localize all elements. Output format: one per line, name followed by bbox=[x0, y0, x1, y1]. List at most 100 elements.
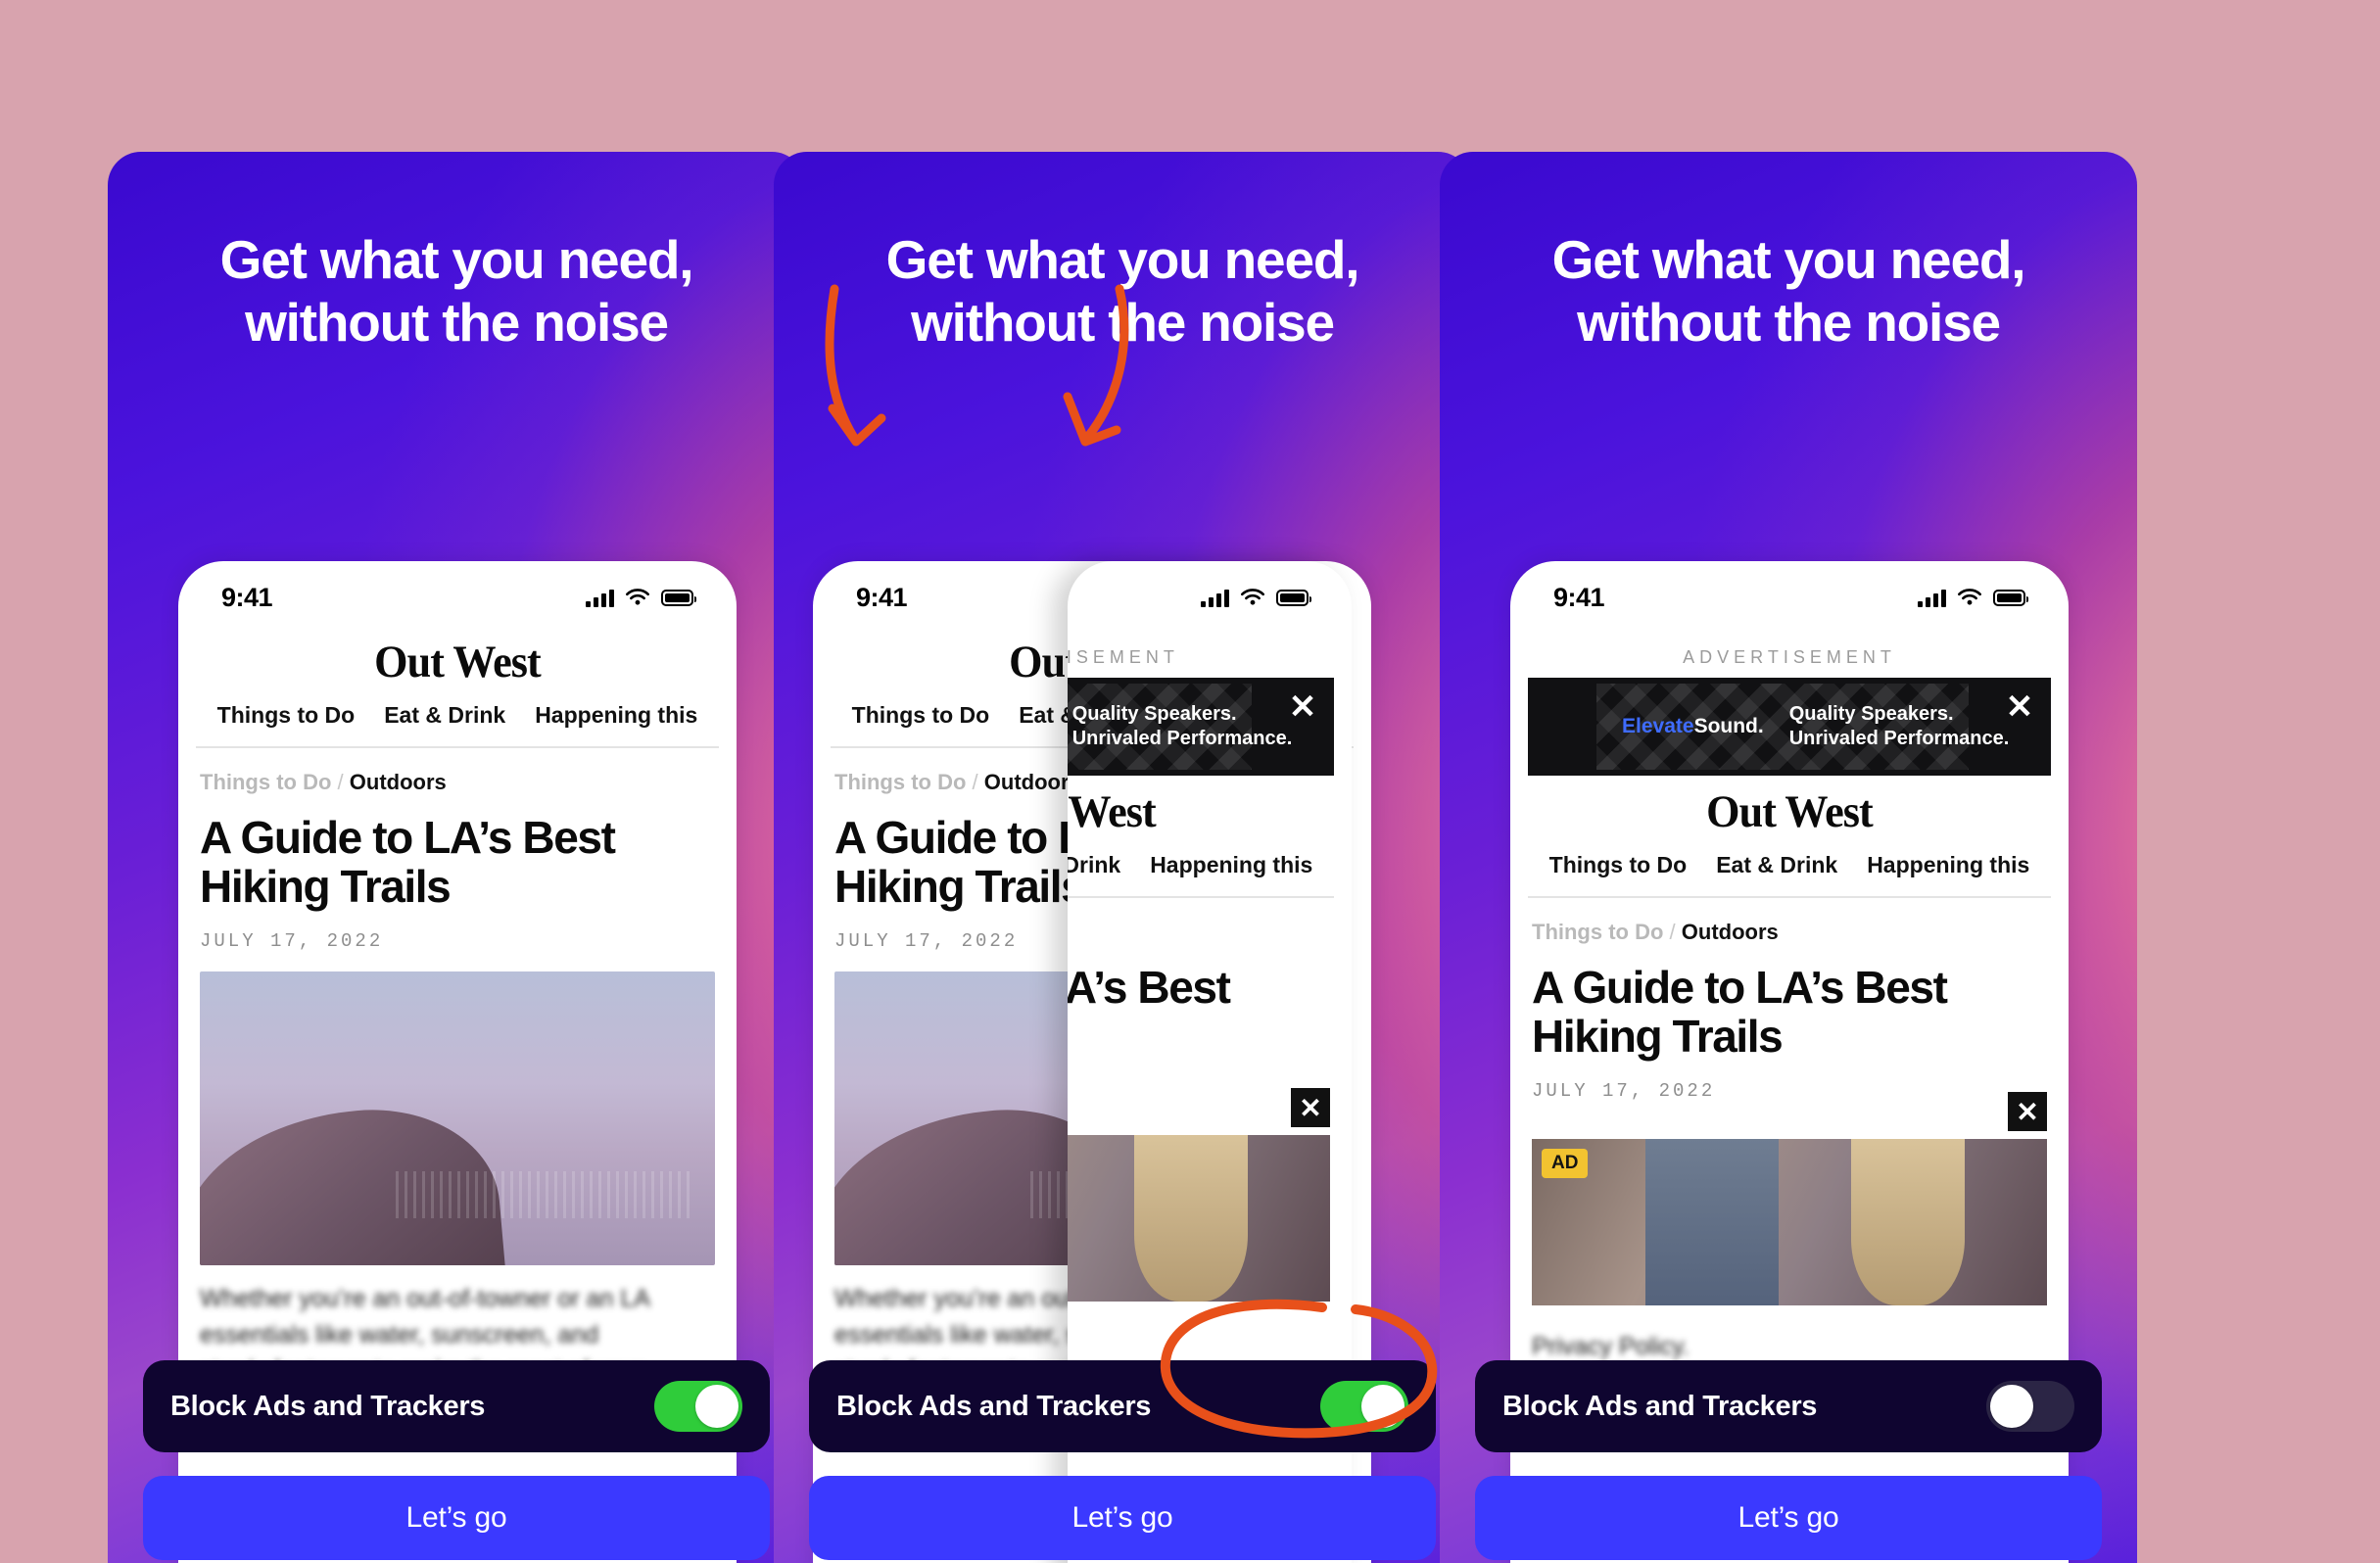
ad-brand: ElevateSound. bbox=[1622, 715, 1764, 738]
ad-brand-accent: Elevate bbox=[1622, 715, 1694, 737]
ad-banner-text: ElevateSound. Quality Speakers. Unrivale… bbox=[1068, 702, 1293, 751]
nav-item-happening[interactable]: Happening this bbox=[535, 702, 697, 729]
breadcrumb: Things to Do / Outdoors bbox=[1068, 898, 1352, 945]
article-title: A Guide to LA’s Best Hiking Trails bbox=[1510, 945, 2069, 1061]
block-ads-toggle[interactable] bbox=[654, 1381, 742, 1432]
site-nav: Things to Do Eat & Drink Happening this bbox=[178, 702, 737, 746]
wifi-icon bbox=[1958, 588, 1981, 605]
site-nav: Things to Do Eat & Drink Happening this bbox=[1068, 852, 1352, 896]
annotation-arrow-left-head bbox=[828, 403, 886, 447]
ad-banner[interactable]: ElevateSound. Quality Speakers. Unrivale… bbox=[1068, 678, 1334, 776]
article-title-line-2: Hiking Trails bbox=[200, 861, 452, 913]
nav-item-things-to-do[interactable]: Things to Do bbox=[1549, 852, 1688, 878]
article-hero-image bbox=[200, 971, 715, 1266]
status-clock: 9:41 bbox=[221, 582, 273, 612]
breadcrumb: Things to Do / Outdoors bbox=[1510, 898, 2069, 945]
status-icons bbox=[1918, 588, 2028, 607]
inline-ad-image[interactable]: AD bbox=[1532, 1139, 2047, 1306]
nav-item-eat-drink[interactable]: Eat & Drink bbox=[1716, 852, 1837, 878]
wifi-icon bbox=[626, 588, 649, 605]
ad-copy-line-1: Quality Speakers. bbox=[1788, 703, 1954, 725]
inline-ad-person bbox=[1644, 1139, 1780, 1306]
screenshot-stage: Get what you need, without the noise 9:4… bbox=[0, 0, 2380, 1563]
article-title-line-2: Hiking Trails bbox=[1532, 1011, 1784, 1063]
headline-line-2: without the noise bbox=[1577, 292, 2001, 354]
nav-item-happening[interactable]: Happening this bbox=[1867, 852, 2029, 878]
block-ads-card[interactable]: Block Ads and Trackers bbox=[1475, 1360, 2102, 1452]
advertisement-label: ADVERTISEMENT bbox=[1683, 647, 1896, 667]
breadcrumb-parent[interactable]: Things to Do bbox=[1532, 920, 1663, 944]
lets-go-button[interactable]: Let’s go bbox=[143, 1476, 770, 1560]
breadcrumb-current: Outdoors bbox=[983, 770, 1081, 794]
lets-go-button[interactable]: Let’s go bbox=[1475, 1476, 2102, 1560]
page-title: Get what you need, without the noise bbox=[108, 228, 805, 355]
headline-line-2: without the noise bbox=[911, 292, 1335, 354]
site-brand: Out West bbox=[1706, 786, 1874, 837]
lets-go-label: Let’s go bbox=[1737, 1501, 1839, 1534]
nav-item-things-to-do[interactable]: Things to Do bbox=[852, 702, 990, 729]
status-icons bbox=[586, 588, 696, 607]
site-nav: Things to Do Eat & Drink Happening this bbox=[1510, 852, 2069, 896]
ad-close-icon[interactable]: ✕ bbox=[2000, 687, 2039, 727]
article-title: A Guide to LA’s Best Hiking Trails bbox=[1068, 945, 1352, 1061]
article-title: A Guide to LA’s Best Hiking Trails bbox=[178, 795, 737, 911]
breadcrumb-parent[interactable]: Things to Do bbox=[200, 770, 331, 794]
block-ads-toggle[interactable] bbox=[1320, 1381, 1408, 1432]
news-site: Out West Things to Do Eat & Drink Happen… bbox=[1510, 776, 2069, 1365]
block-ads-card[interactable]: Block Ads and Trackers bbox=[143, 1360, 770, 1452]
nav-item-eat-drink[interactable]: Eat & Drink bbox=[1068, 852, 1120, 878]
breadcrumb-parent[interactable]: Things to Do bbox=[834, 770, 966, 794]
block-ads-toggle[interactable] bbox=[1986, 1381, 2074, 1432]
article-body-line-1: Whether you’re an out-of-towner or an LA bbox=[200, 1285, 650, 1313]
nav-item-happening[interactable]: Happening this bbox=[1150, 852, 1312, 878]
panel-2: Get what you need, without the noise 9:4… bbox=[774, 152, 1471, 1563]
battery-icon bbox=[1993, 589, 2028, 606]
signal-bars-icon bbox=[1201, 589, 1229, 607]
article-title-line-1: A Guide to LA’s Best bbox=[1068, 962, 1231, 1013]
battery-icon bbox=[1276, 589, 1311, 606]
ad-copy-line-2: Unrivaled Performance. bbox=[1071, 728, 1293, 749]
panel-1: Get what you need, without the noise 9:4… bbox=[108, 152, 805, 1563]
wifi-icon bbox=[1241, 588, 1264, 605]
news-site: Out West Things to Do Eat & Drink Happen… bbox=[178, 626, 737, 1388]
status-clock: 9:41 bbox=[1553, 582, 1605, 612]
panel-3: Get what you need, without the noise 9:4… bbox=[1440, 152, 2137, 1563]
signal-bars-icon bbox=[586, 589, 614, 607]
block-ads-label: Block Ads and Trackers bbox=[836, 1390, 1152, 1422]
privacy-text: Privacy Policy. bbox=[1510, 1305, 2069, 1364]
headline-line-1: Get what you need, bbox=[885, 229, 1360, 290]
headline-line-2: without the noise bbox=[245, 292, 669, 354]
ad-copy: Quality Speakers. Unrivaled Performance. bbox=[1789, 702, 2010, 751]
annotation-arrow-right-head bbox=[1063, 392, 1121, 447]
ad-close-icon[interactable]: ✕ bbox=[1283, 687, 1322, 727]
breadcrumb-separator: / bbox=[337, 770, 344, 794]
breadcrumb-separator: / bbox=[1669, 920, 1676, 944]
inline-ad-close-icon[interactable]: ✕ bbox=[1291, 1088, 1330, 1128]
breadcrumb-current: Outdoors bbox=[349, 770, 447, 794]
lets-go-button[interactable]: Let’s go bbox=[809, 1476, 1436, 1560]
nav-item-things-to-do[interactable]: Things to Do bbox=[217, 702, 356, 729]
nav-item-eat-drink[interactable]: Eat & Drink bbox=[384, 702, 505, 729]
ad-copy-line-1: Quality Speakers. bbox=[1071, 703, 1237, 725]
inline-ad-person-2 bbox=[1851, 1139, 1965, 1306]
battery-icon bbox=[661, 589, 696, 606]
status-bar: 9:41 bbox=[178, 561, 737, 626]
inline-ad-image[interactable]: AD bbox=[1068, 1135, 1330, 1302]
inline-ad-close-icon[interactable]: ✕ bbox=[2008, 1092, 2047, 1132]
ad-banner-text: ElevateSound. Quality Speakers. Unrivale… bbox=[1528, 702, 2009, 751]
article-title-line-1: A Guide to LA’s Best bbox=[1532, 962, 1948, 1013]
block-ads-card[interactable]: Block Ads and Trackers bbox=[809, 1360, 1436, 1452]
toggle-knob bbox=[1990, 1385, 2033, 1428]
ad-banner[interactable]: ElevateSound. Quality Speakers. Unrivale… bbox=[1528, 678, 2051, 776]
inline-ad-block: ✕ AD bbox=[1068, 1088, 1330, 1302]
ad-copy-line-2: Unrivaled Performance. bbox=[1788, 728, 2010, 749]
inline-ad-person-2 bbox=[1134, 1135, 1248, 1302]
signal-bars-icon bbox=[1918, 589, 1946, 607]
lets-go-label: Let’s go bbox=[405, 1501, 507, 1534]
status-icons bbox=[1201, 588, 1311, 607]
block-ads-label: Block Ads and Trackers bbox=[170, 1390, 486, 1422]
page-title: Get what you need, without the noise bbox=[1440, 228, 2137, 355]
article-body-line-2: essentials like water, sunscreen, and bbox=[200, 1320, 599, 1349]
toggle-knob bbox=[1361, 1385, 1404, 1428]
block-ads-label: Block Ads and Trackers bbox=[1502, 1390, 1818, 1422]
